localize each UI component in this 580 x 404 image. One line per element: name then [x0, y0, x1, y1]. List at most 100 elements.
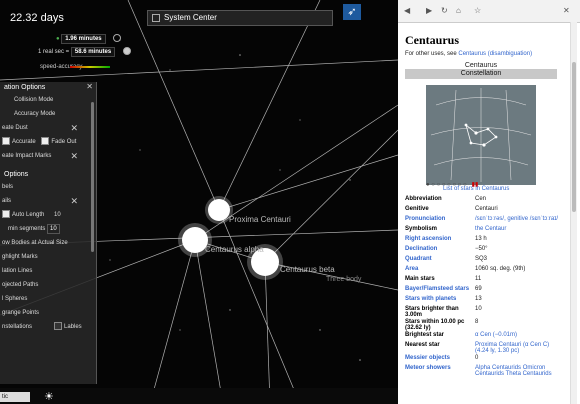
- rate-radio-1[interactable]: [113, 34, 122, 43]
- sun-icon[interactable]: ☀: [44, 391, 56, 403]
- auto-length-row: Auto Length 10: [0, 208, 96, 222]
- lables-option[interactable]: Lables: [54, 320, 82, 334]
- speed-accuracy-slider[interactable]: [70, 66, 110, 68]
- star-label-alpha: Centaurus alpha: [205, 245, 264, 254]
- infobox-value[interactable]: Alpha Centaurids Omicron Centaurids Thet…: [475, 365, 561, 377]
- infobox-key[interactable]: Right ascension: [405, 236, 475, 245]
- relation-lines-row[interactable]: lation Lines: [0, 264, 96, 278]
- create-dust-row[interactable]: eate Dust ✕: [0, 121, 96, 135]
- infobox-key: Stars brighter than 3.00m: [405, 306, 459, 318]
- simulation-view[interactable]: 22.32 days ● 1.96 minutes 1 real sec = 5…: [0, 0, 398, 404]
- infobox-value[interactable]: α Cen (−0.01m): [475, 332, 561, 341]
- impact-marks-row[interactable]: eate Impact Marks ✕: [0, 149, 96, 163]
- close-wiki-icon[interactable]: ✕: [563, 6, 570, 15]
- infobox-key[interactable]: Messier objects: [405, 355, 475, 364]
- labels-row[interactable]: bels: [0, 180, 96, 194]
- infobox-key: Symbolism: [405, 226, 438, 232]
- infobox-key[interactable]: Pronunciation: [405, 216, 475, 225]
- impact-marks-label: eate Impact Marks: [2, 153, 52, 159]
- rate-radio-2[interactable]: [122, 47, 131, 56]
- app-logo-icon: ➶: [343, 4, 361, 20]
- show-bodies-row[interactable]: ow Bodies at Actual Size: [0, 236, 96, 250]
- infobox-key[interactable]: Quadrant: [405, 256, 475, 265]
- infobox-row: Nearest star Proxima Centauri (α Cen C) (…: [405, 342, 565, 354]
- projected-paths-row[interactable]: ojected Paths: [0, 278, 96, 292]
- infobox-row: Symbolism the Centaur: [405, 226, 565, 235]
- trails-label: ails: [2, 198, 12, 204]
- impact-x-icon[interactable]: ✕: [70, 149, 78, 163]
- infobox-header: Constellation: [405, 69, 557, 79]
- accuracy-mode-toggle[interactable]: Accuracy Mode: [0, 107, 96, 121]
- lables-checkbox[interactable]: [54, 322, 62, 331]
- disambiguation-link[interactable]: Centaurus (disambiguation): [458, 51, 532, 57]
- infobox-row: Bayer/Flamsteed stars 69: [405, 286, 565, 295]
- accurate-label: Accurate: [12, 139, 36, 145]
- spheres-label: l Spheres: [2, 296, 28, 302]
- infobox-row: Quadrant SQ3: [405, 256, 565, 265]
- highlight-marks-row[interactable]: ghlight Marks: [0, 250, 96, 264]
- infobox-row: Abbreviation Cen: [405, 196, 565, 205]
- wiki-scrollbar[interactable]: [570, 22, 577, 404]
- infobox-key[interactable]: Area: [405, 266, 475, 275]
- infobox-row: Messier objects 0: [405, 355, 565, 364]
- real-time-rate-field[interactable]: 58.6 minutes: [70, 47, 116, 57]
- infobox-key[interactable]: Stars with planets: [405, 296, 475, 305]
- infobox-value: 1060 sq. deg. (9th): [475, 266, 526, 272]
- infobox-key: Main stars: [405, 276, 435, 282]
- list-of-stars-link[interactable]: List of stars in Centaurus: [443, 186, 509, 192]
- infobox-value[interactable]: /sɛnˈtɔːrəs/, genitive /sɛnˈtɔːraɪ/: [475, 216, 561, 225]
- auto-length-checkbox[interactable]: [2, 210, 10, 219]
- fade-out-checkbox[interactable]: [41, 137, 50, 146]
- star-icon[interactable]: ☆: [474, 6, 481, 15]
- home-icon[interactable]: ⌂: [456, 6, 461, 15]
- infobox-key[interactable]: Bayer/Flamsteed stars: [405, 286, 475, 295]
- options-panel: ation Options ✕ Collision Mode Accuracy …: [0, 82, 97, 384]
- tab-close-icon[interactable]: [152, 13, 160, 22]
- infobox-key[interactable]: Declination: [405, 246, 475, 255]
- dab-prefix: For other uses, see: [405, 51, 457, 57]
- view-mode-select[interactable]: tic: [0, 392, 30, 402]
- constellations-row[interactable]: nstellations Lables: [0, 320, 96, 334]
- lagrange-points-row[interactable]: grange Points: [0, 306, 96, 320]
- collision-mode-toggle[interactable]: Collision Mode: [0, 93, 96, 107]
- highlight-marks-label: ghlight Marks: [2, 254, 38, 260]
- trails-x-icon[interactable]: ✕: [70, 194, 78, 208]
- tab-label: System Center: [164, 13, 217, 22]
- auto-length-value[interactable]: 10: [54, 212, 61, 218]
- reload-icon[interactable]: ↻: [441, 6, 448, 15]
- panel-scrollbar[interactable]: [91, 102, 94, 252]
- wiki-scroll-thumb[interactable]: [572, 62, 576, 212]
- spheres-row[interactable]: l Spheres: [0, 292, 96, 306]
- forward-icon[interactable]: ▶: [426, 6, 432, 15]
- trails-row[interactable]: ails ✕: [0, 194, 96, 208]
- create-dust-x-icon[interactable]: ✕: [70, 121, 78, 135]
- constellation-map[interactable]: [426, 85, 536, 185]
- panel-close-icon[interactable]: ✕: [86, 82, 93, 91]
- auto-length-label: Auto Length: [12, 212, 45, 218]
- min-segments-field[interactable]: 10: [47, 224, 60, 234]
- infobox-key: Abbreviation: [405, 196, 442, 202]
- infobox-row: Declination −50°: [405, 246, 565, 255]
- rate-row-1: ● 1.96 minutes: [56, 34, 122, 44]
- tab-system-center[interactable]: System Center: [147, 10, 333, 26]
- lagrange-points-label: grange Points: [2, 310, 40, 316]
- infobox-key[interactable]: Meteor showers: [405, 365, 475, 377]
- map-lines: [430, 88, 532, 182]
- infobox-value[interactable]: the Centaur: [475, 226, 561, 235]
- accurate-checkbox[interactable]: [2, 137, 10, 146]
- infobox-value: Cen: [475, 196, 487, 202]
- disambiguation-note: For other uses, see Centaurus (disambigu…: [405, 51, 532, 57]
- infobox-key: Brightest star: [405, 332, 445, 338]
- time-step-field[interactable]: 1.96 minutes: [61, 34, 106, 44]
- projected-paths-label: ojected Paths: [2, 282, 39, 288]
- show-bodies-label: ow Bodies at Actual Size: [2, 240, 68, 246]
- infobox-row: Right ascension 13 h: [405, 236, 565, 245]
- back-icon[interactable]: ◀: [404, 6, 410, 15]
- infobox-value: 69: [475, 286, 482, 292]
- fade-out-label: Fade Out: [51, 139, 77, 145]
- clock-icon: ●: [56, 36, 60, 42]
- infobox-value[interactable]: Proxima Centauri (α Cen C) (4.24 ly, 1.3…: [475, 342, 561, 354]
- infobox-name: Centaurus: [464, 62, 498, 69]
- rate-prefix: 1 real sec =: [38, 49, 70, 55]
- infobox-value: Centauri: [475, 206, 498, 212]
